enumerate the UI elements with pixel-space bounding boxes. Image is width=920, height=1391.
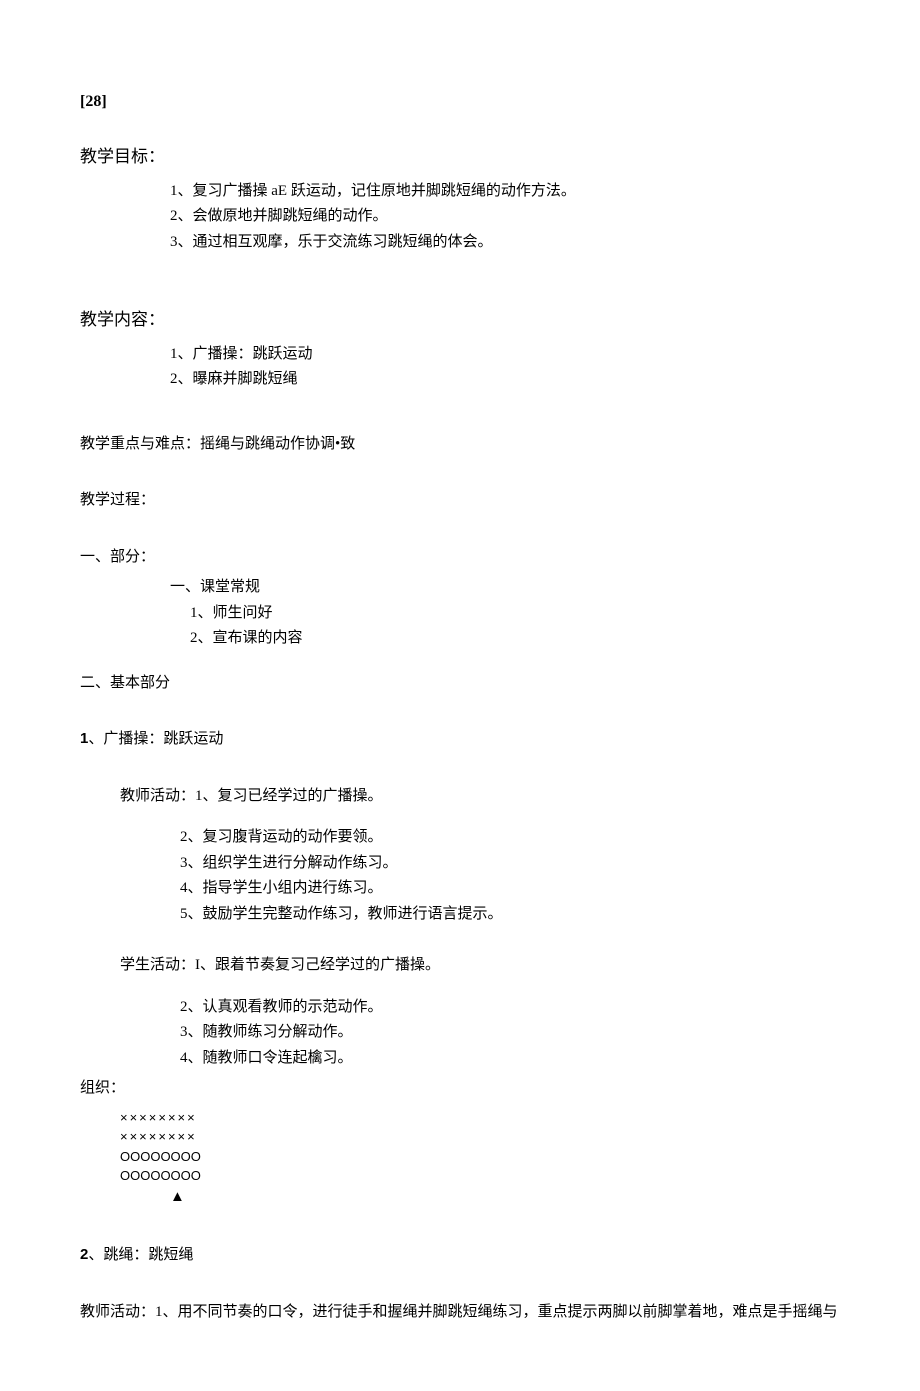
- org-row-o: OOOOOOOO: [120, 1166, 840, 1186]
- teacher-activity-list: 2、复习腹背运动的动作要领。 3、组织学生进行分解动作练习。 4、指导学生小组内…: [180, 826, 840, 925]
- teacher-act-item: 3、组织学生进行分解动作练习。: [180, 852, 840, 875]
- teacher-act-item: 5、鼓励学生完整动作练习，教师进行语言提示。: [180, 903, 840, 926]
- focus-value: 摇绳与跳绳动作协调•致: [200, 436, 355, 452]
- student-act-item: 4、随教师口令连起檎习。: [180, 1047, 840, 1070]
- goals-heading: 教学目标：: [80, 144, 840, 170]
- goal-item: 1、复习广播操 aE 跃运动，记住原地并脚跳短绳的动作方法。: [170, 180, 840, 203]
- teacher2-first-item: 1、用不同节奏的口令，进行徒手和握绳并脚跳短绳练习，重点提示两脚以前脚掌着地，难…: [155, 1304, 838, 1320]
- student-activity-line: 学生活动：I、跟着节奏复习己经学过的广播操。: [120, 954, 840, 977]
- teacher-label: 教师活动：: [120, 788, 195, 804]
- focus-line: 教学重点与难点：摇绳与跳绳动作协调•致: [80, 433, 840, 456]
- student-act-item: 2、认真观看教师的示范动作。: [180, 996, 840, 1019]
- routine-item: 2、宣布课的内容: [190, 627, 840, 650]
- item2-text: 、跳绳：跳短绳: [88, 1247, 193, 1263]
- content-item: 1、广播操：跳跃运动: [170, 343, 840, 366]
- org-row-x: ××××××××: [120, 1108, 840, 1128]
- goal-item: 2、会做原地并脚跳短绳的动作。: [170, 205, 840, 228]
- contents-heading: 教学内容：: [80, 307, 840, 333]
- student-label: 学生活动：: [120, 957, 195, 973]
- focus-label: 教学重点与难点：: [80, 436, 200, 452]
- routine-item: 1、师生问好: [190, 602, 840, 625]
- item2-title: 2、跳绳：跳短绳: [80, 1244, 840, 1267]
- teacher-first-item: 1、复习已经学过的广播操。: [195, 788, 383, 804]
- item1-text: 、广播操：跳跃运动: [88, 731, 223, 747]
- goals-list: 1、复习广播操 aE 跃运动，记住原地并脚跳短绳的动作方法。 2、会做原地并脚跳…: [170, 180, 840, 254]
- student-act-item: 3、随教师练习分解动作。: [180, 1021, 840, 1044]
- part2-heading: 二、基本部分: [80, 672, 840, 695]
- part1-heading: 一、部分：: [80, 546, 840, 569]
- teacher-activity-line: 教师活动：1、复习已经学过的广播操。: [120, 785, 840, 808]
- contents-list: 1、广播操：跳跃运动 2、曝麻并脚跳短绳: [170, 343, 840, 391]
- org-triangle: ▲: [170, 1186, 840, 1209]
- part1-sub-heading: 一、课堂常规: [170, 576, 840, 599]
- student-first-item: I、跟着节奏复习己经学过的广播操。: [195, 957, 440, 973]
- teacher-act-item: 4、指导学生小组内进行练习。: [180, 877, 840, 900]
- item1-title: 1、广播操：跳跃运动: [80, 728, 840, 751]
- org-row-x: ××××××××: [120, 1127, 840, 1147]
- organization-heading: 组织：: [80, 1077, 840, 1100]
- content-item: 2、曝麻并脚跳短绳: [170, 368, 840, 391]
- process-heading: 教学过程：: [80, 489, 840, 512]
- teacher-act-item: 2、复习腹背运动的动作要领。: [180, 826, 840, 849]
- page-number: [28]: [80, 90, 840, 114]
- goal-item: 3、通过相互观摩，乐于交流练习跳短绳的体会。: [170, 231, 840, 254]
- organization-diagram: ×××××××× ×××××××× OOOOOOOO OOOOOOOO ▲: [80, 1108, 840, 1209]
- student-activity-list: 2、认真观看教师的示范动作。 3、随教师练习分解动作。 4、随教师口令连起檎习。: [180, 996, 840, 1070]
- part1-sub-block: 一、课堂常规 1、师生问好 2、宣布课的内容: [170, 576, 840, 650]
- teacher2-activity-line: 教师活动：1、用不同节奏的口令，进行徒手和握绳并脚跳短绳练习，重点提示两脚以前脚…: [80, 1301, 840, 1324]
- teacher2-label: 教师活动：: [80, 1304, 155, 1320]
- org-row-o: OOOOOOOO: [120, 1147, 840, 1167]
